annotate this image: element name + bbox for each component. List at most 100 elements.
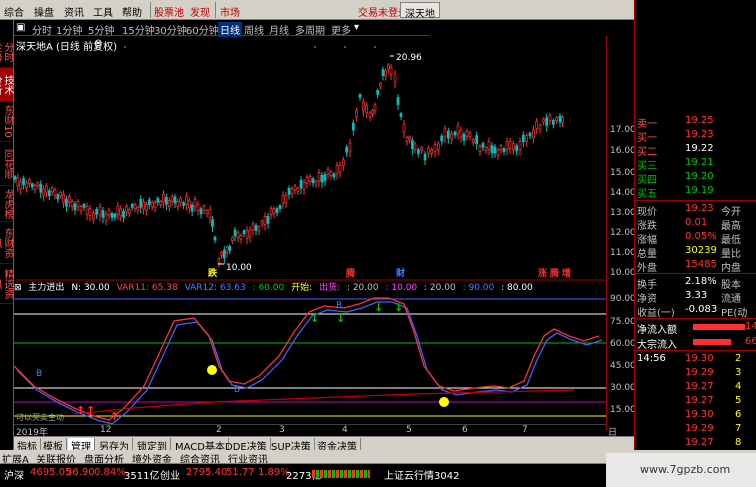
candle-body <box>110 213 114 218</box>
menu-item-0[interactable]: 综合 <box>4 4 24 19</box>
menu-market[interactable]: 市场 <box>220 4 240 19</box>
candle-body <box>278 205 282 209</box>
tick-row: 14:56 19.30 2 <box>635 352 756 366</box>
candle-body <box>311 178 315 184</box>
period-day[interactable]: 日线 <box>218 22 242 37</box>
period-bar: ▣ 分时 1分钟 5分钟 15分钟 30分钟 60分钟 日线 周线 月线 多周期… <box>14 20 430 37</box>
scale-label: 15.00 <box>610 168 636 178</box>
cy-value: 2795.40 <box>186 467 228 478</box>
order-price: 19.22 <box>685 143 714 154</box>
candle-body <box>548 115 552 121</box>
candle-body <box>22 178 25 185</box>
menu-item-2[interactable]: 资讯 <box>64 4 84 19</box>
candle-body <box>230 237 234 242</box>
candle-body <box>133 204 137 209</box>
period-week[interactable]: 周线 <box>244 22 264 37</box>
left-tab-6[interactable]: 精选资讯 <box>0 264 13 304</box>
candle-body <box>525 135 529 143</box>
candle-body <box>456 125 460 135</box>
candle-body <box>30 183 34 188</box>
signal-arrow: ↓ <box>394 301 403 314</box>
buy-signal-b: B <box>234 385 240 395</box>
candle-body <box>538 124 542 130</box>
menu-item-4[interactable]: 帮助 <box>122 4 142 19</box>
period-15min[interactable]: 15分钟 <box>122 22 155 37</box>
left-tab-4[interactable]: 龙虎榜 <box>0 186 13 222</box>
candle-body <box>254 225 258 231</box>
signal-arrow: ↑ <box>76 404 85 417</box>
candle-body <box>462 134 466 141</box>
period-1min[interactable]: 1分钟 <box>56 22 82 37</box>
candle-body <box>314 180 318 185</box>
candle-body <box>371 110 374 114</box>
stock-tab[interactable]: 深天地 <box>400 2 440 20</box>
candle-body <box>222 249 226 259</box>
left-tab-0[interactable]: 分时走势 <box>0 36 13 68</box>
indicator-name[interactable]: 主力进出 <box>28 283 64 293</box>
candle-body <box>139 198 143 208</box>
refresh-icon[interactable]: ▣ <box>16 22 25 33</box>
candle-body <box>193 199 197 207</box>
left-tab-1[interactable]: 技术分析 <box>0 68 13 102</box>
indicator-v80: : 80.00 <box>501 283 533 293</box>
candle-body <box>242 230 246 234</box>
event-marker: 涨 <box>538 267 548 279</box>
menu-stock-pool[interactable]: 股票池 <box>154 4 184 19</box>
menu-discover[interactable]: 发现 <box>190 4 210 19</box>
date-label: 2 <box>216 425 222 435</box>
close-icon[interactable]: ⊠ <box>14 283 22 293</box>
candle-body <box>345 146 349 153</box>
period-more[interactable]: 更多 <box>331 22 351 37</box>
candle-body <box>389 67 393 75</box>
left-tab-3[interactable]: 同花顺10 <box>0 142 13 186</box>
cy-name[interactable]: 创业 <box>160 467 180 482</box>
info-value: 15485 <box>685 259 717 270</box>
scale-label: 16.00 <box>610 146 636 156</box>
tick-price: 19.27 <box>685 381 714 392</box>
candle-body <box>436 143 440 151</box>
sh-name[interactable]: 沪深 <box>4 467 24 482</box>
news-ticker[interactable]: 上证云行情3042 <box>384 467 459 482</box>
event-marker: 跌 <box>208 267 218 279</box>
period-5min[interactable]: 5分钟 <box>88 22 114 37</box>
indicator-v20b: : 20.00 <box>424 283 456 293</box>
candle-body <box>410 140 414 150</box>
candle-body <box>521 134 525 143</box>
cy-change: 51.77 <box>226 467 255 478</box>
info2-value: 2.18% <box>685 276 717 287</box>
indicator-chuhuo: 出货: <box>319 283 341 293</box>
period-30min[interactable]: 30分钟 <box>154 22 187 37</box>
order-label: 买五 <box>637 189 657 200</box>
period-month[interactable]: 月线 <box>269 22 289 37</box>
candle-body <box>459 129 463 138</box>
menu-item-1[interactable]: 操盘 <box>34 4 54 19</box>
candle-body <box>39 183 43 193</box>
candle-body <box>190 204 194 212</box>
left-tab-5[interactable]: 东财资讯 <box>0 222 13 264</box>
info2-value: 3.33 <box>685 290 708 301</box>
candle-body <box>433 144 437 152</box>
candle-body <box>122 211 125 218</box>
candle-body <box>558 115 562 123</box>
chart-area[interactable]: 20.96 10.00 跌腾财涨腾增 ↑ ↑ ↑ ↓ ↓ ↓ ↓ B B B 可以买卖主动 <box>14 36 606 430</box>
candle-body <box>508 141 512 149</box>
info-value: 0.05% <box>685 231 717 242</box>
signal-arrow: ↓ <box>374 301 383 314</box>
left-tab-2[interactable]: 东财10 <box>0 102 13 142</box>
candle-body <box>323 174 327 181</box>
candle-body <box>551 119 555 125</box>
candle-body <box>196 203 200 211</box>
period-60min[interactable]: 60分钟 <box>186 22 219 37</box>
candle-body <box>287 188 291 195</box>
period-multi[interactable]: 多周期 <box>295 22 325 37</box>
menu-item-3[interactable]: 工具 <box>93 4 113 19</box>
flow-bar <box>693 339 731 345</box>
candle-body <box>116 205 120 215</box>
candle-body <box>79 206 83 212</box>
settings-icon[interactable]: ⊗ <box>94 38 102 49</box>
date-label: 5 <box>406 425 412 435</box>
period-fenshi[interactable]: 分时 <box>32 22 52 37</box>
chevron-down-icon[interactable]: ▾ <box>354 22 359 33</box>
candle-body <box>70 201 74 207</box>
candle-body <box>95 208 99 215</box>
